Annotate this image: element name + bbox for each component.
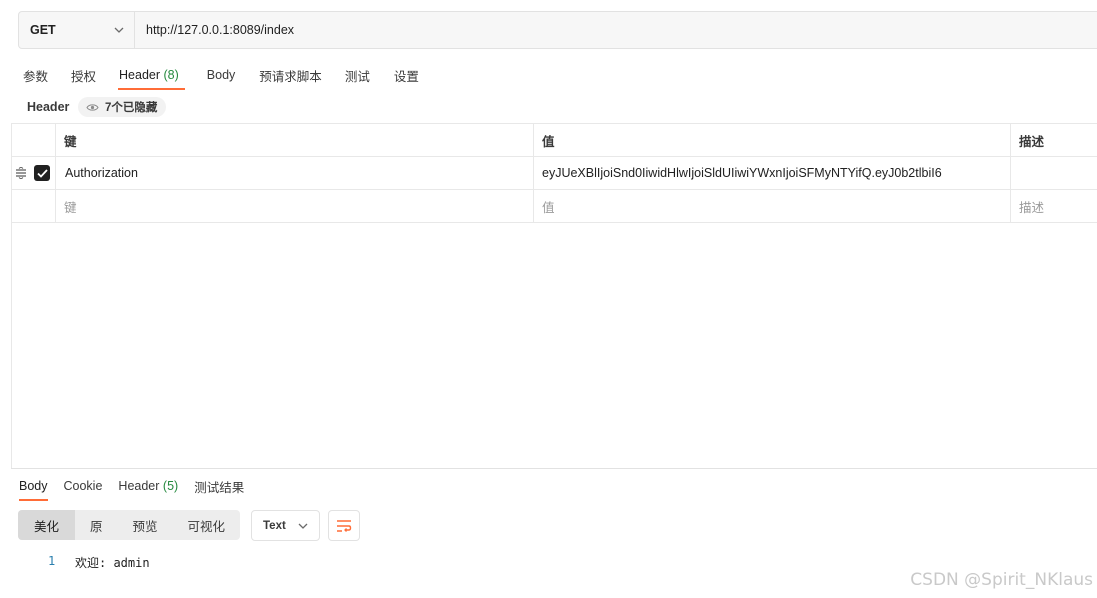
mode-raw[interactable]: 原 bbox=[75, 510, 118, 540]
table-header-row: 键 值 描述 bbox=[11, 124, 1097, 157]
active-tab-indicator bbox=[118, 88, 185, 90]
check-icon bbox=[36, 168, 48, 178]
request-tabs: 参数 授权 Header (8) Body 预请求脚本 测试 设置 bbox=[23, 66, 419, 85]
response-tab-body[interactable]: Body bbox=[19, 479, 48, 493]
chevron-down-icon bbox=[114, 27, 124, 33]
response-tab-test-results[interactable]: 测试结果 bbox=[194, 477, 244, 496]
hidden-headers-toggle[interactable]: 7个已隐藏 bbox=[78, 97, 167, 117]
mode-visualize[interactable]: 可视化 bbox=[173, 510, 241, 540]
row-value-cell[interactable]: eyJUeXBlIjoiSnd0IiwidHlwIjoiSldUIiwiYWxn… bbox=[533, 157, 1010, 189]
hidden-headers-label: 7个已隐藏 bbox=[105, 102, 158, 114]
column-value-header: 值 bbox=[542, 134, 555, 149]
request-url-bar: GET http://127.0.0.1:8089/index bbox=[18, 11, 1097, 49]
chevron-down-icon bbox=[298, 523, 308, 529]
response-tab-cookie[interactable]: Cookie bbox=[64, 479, 103, 493]
drag-handle-icon[interactable] bbox=[15, 166, 27, 182]
response-tabs: Body Cookie Header (5) 测试结果 bbox=[19, 477, 244, 496]
panel-left-border bbox=[11, 123, 12, 469]
row-enabled-checkbox[interactable] bbox=[34, 165, 50, 181]
response-tab-headers[interactable]: Header (5) bbox=[118, 479, 178, 493]
mode-preview[interactable]: 预览 bbox=[118, 510, 173, 540]
url-input[interactable]: http://127.0.0.1:8089/index bbox=[135, 23, 294, 37]
method-select[interactable]: GET bbox=[19, 12, 135, 48]
tab-auth[interactable]: 授权 bbox=[71, 66, 96, 85]
tab-tests[interactable]: 测试 bbox=[345, 66, 370, 85]
new-value-input[interactable]: 值 bbox=[533, 190, 1010, 222]
tab-params[interactable]: 参数 bbox=[23, 66, 48, 85]
column-description-header: 描述 bbox=[1019, 134, 1045, 149]
response-tab-headers-label: Header bbox=[118, 479, 160, 493]
row-key-cell[interactable]: Authorization bbox=[55, 157, 533, 189]
format-label: Text bbox=[263, 519, 286, 532]
tab-body[interactable]: Body bbox=[207, 68, 236, 82]
new-description-input[interactable]: 描述 bbox=[1010, 190, 1097, 222]
mode-pretty[interactable]: 美化 bbox=[18, 510, 76, 540]
method-label: GET bbox=[30, 23, 56, 37]
response-divider[interactable] bbox=[11, 468, 1097, 469]
response-view-mode: 美化 原 预览 可视化 bbox=[18, 510, 241, 540]
wrap-lines-icon bbox=[337, 519, 352, 532]
watermark: CSDN @Spirit_NKlaus bbox=[910, 570, 1093, 590]
tab-prerequest-script[interactable]: 预请求脚本 bbox=[259, 66, 322, 85]
response-active-tab-indicator bbox=[19, 499, 48, 501]
new-header-row: 键 值 描述 bbox=[11, 190, 1097, 223]
column-key-header: 键 bbox=[64, 134, 77, 149]
table-row: Authorization eyJUeXBlIjoiSnd0IiwidHlwIj… bbox=[11, 157, 1097, 190]
tab-headers[interactable]: Header (8) bbox=[119, 68, 179, 82]
new-key-input[interactable]: 键 bbox=[55, 190, 533, 222]
eye-icon bbox=[86, 103, 99, 111]
line-number: 1 bbox=[48, 554, 56, 568]
response-body-line: 欢迎: admin bbox=[75, 556, 150, 570]
tab-settings[interactable]: 设置 bbox=[394, 66, 419, 85]
tab-headers-count: (8) bbox=[163, 68, 179, 82]
format-select[interactable]: Text bbox=[251, 510, 320, 541]
wrap-lines-button[interactable] bbox=[328, 510, 360, 541]
response-tab-headers-count: (5) bbox=[162, 479, 179, 493]
tab-headers-label: Header bbox=[119, 68, 161, 82]
row-description-cell[interactable] bbox=[1010, 157, 1097, 189]
header-section-title: Header bbox=[27, 100, 70, 114]
